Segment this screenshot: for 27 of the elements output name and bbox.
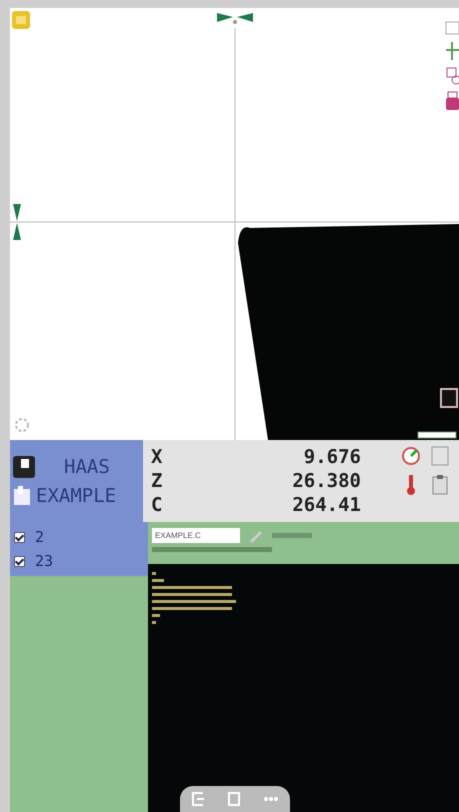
checkbox[interactable]	[14, 556, 25, 566]
gear-icon	[15, 418, 29, 432]
axis-label: C	[151, 494, 162, 516]
dial-icon[interactable]	[401, 446, 421, 466]
folder-icon	[12, 11, 30, 29]
checkbox[interactable]	[14, 532, 25, 542]
axis-label: X	[151, 446, 162, 468]
axis-value: 9.676	[304, 446, 361, 468]
z-axis-marker-icon	[13, 204, 21, 240]
program-name: EXAMPLE	[36, 485, 116, 507]
shapes-icon	[446, 68, 459, 84]
window-icon[interactable]	[431, 446, 449, 466]
machine-name: HAAS	[64, 456, 110, 478]
document-icon[interactable]	[12, 485, 32, 507]
file-label[interactable]: 23	[35, 552, 54, 570]
sheet-icon	[446, 22, 459, 34]
axes-icon	[445, 41, 459, 61]
program-input-field[interactable]: EXAMPLE.C	[152, 528, 240, 543]
scale-bar	[418, 432, 456, 438]
file-label[interactable]: 2	[35, 528, 44, 546]
x-axis-marker-icon	[217, 13, 253, 24]
axis-label: Z	[151, 470, 162, 492]
view-frame-icon	[440, 388, 458, 408]
tab-label-drawing	[272, 532, 312, 538]
save-icon[interactable]	[12, 455, 36, 479]
axis-value: 26.380	[292, 470, 361, 492]
axis-value: 264.41	[292, 494, 361, 516]
